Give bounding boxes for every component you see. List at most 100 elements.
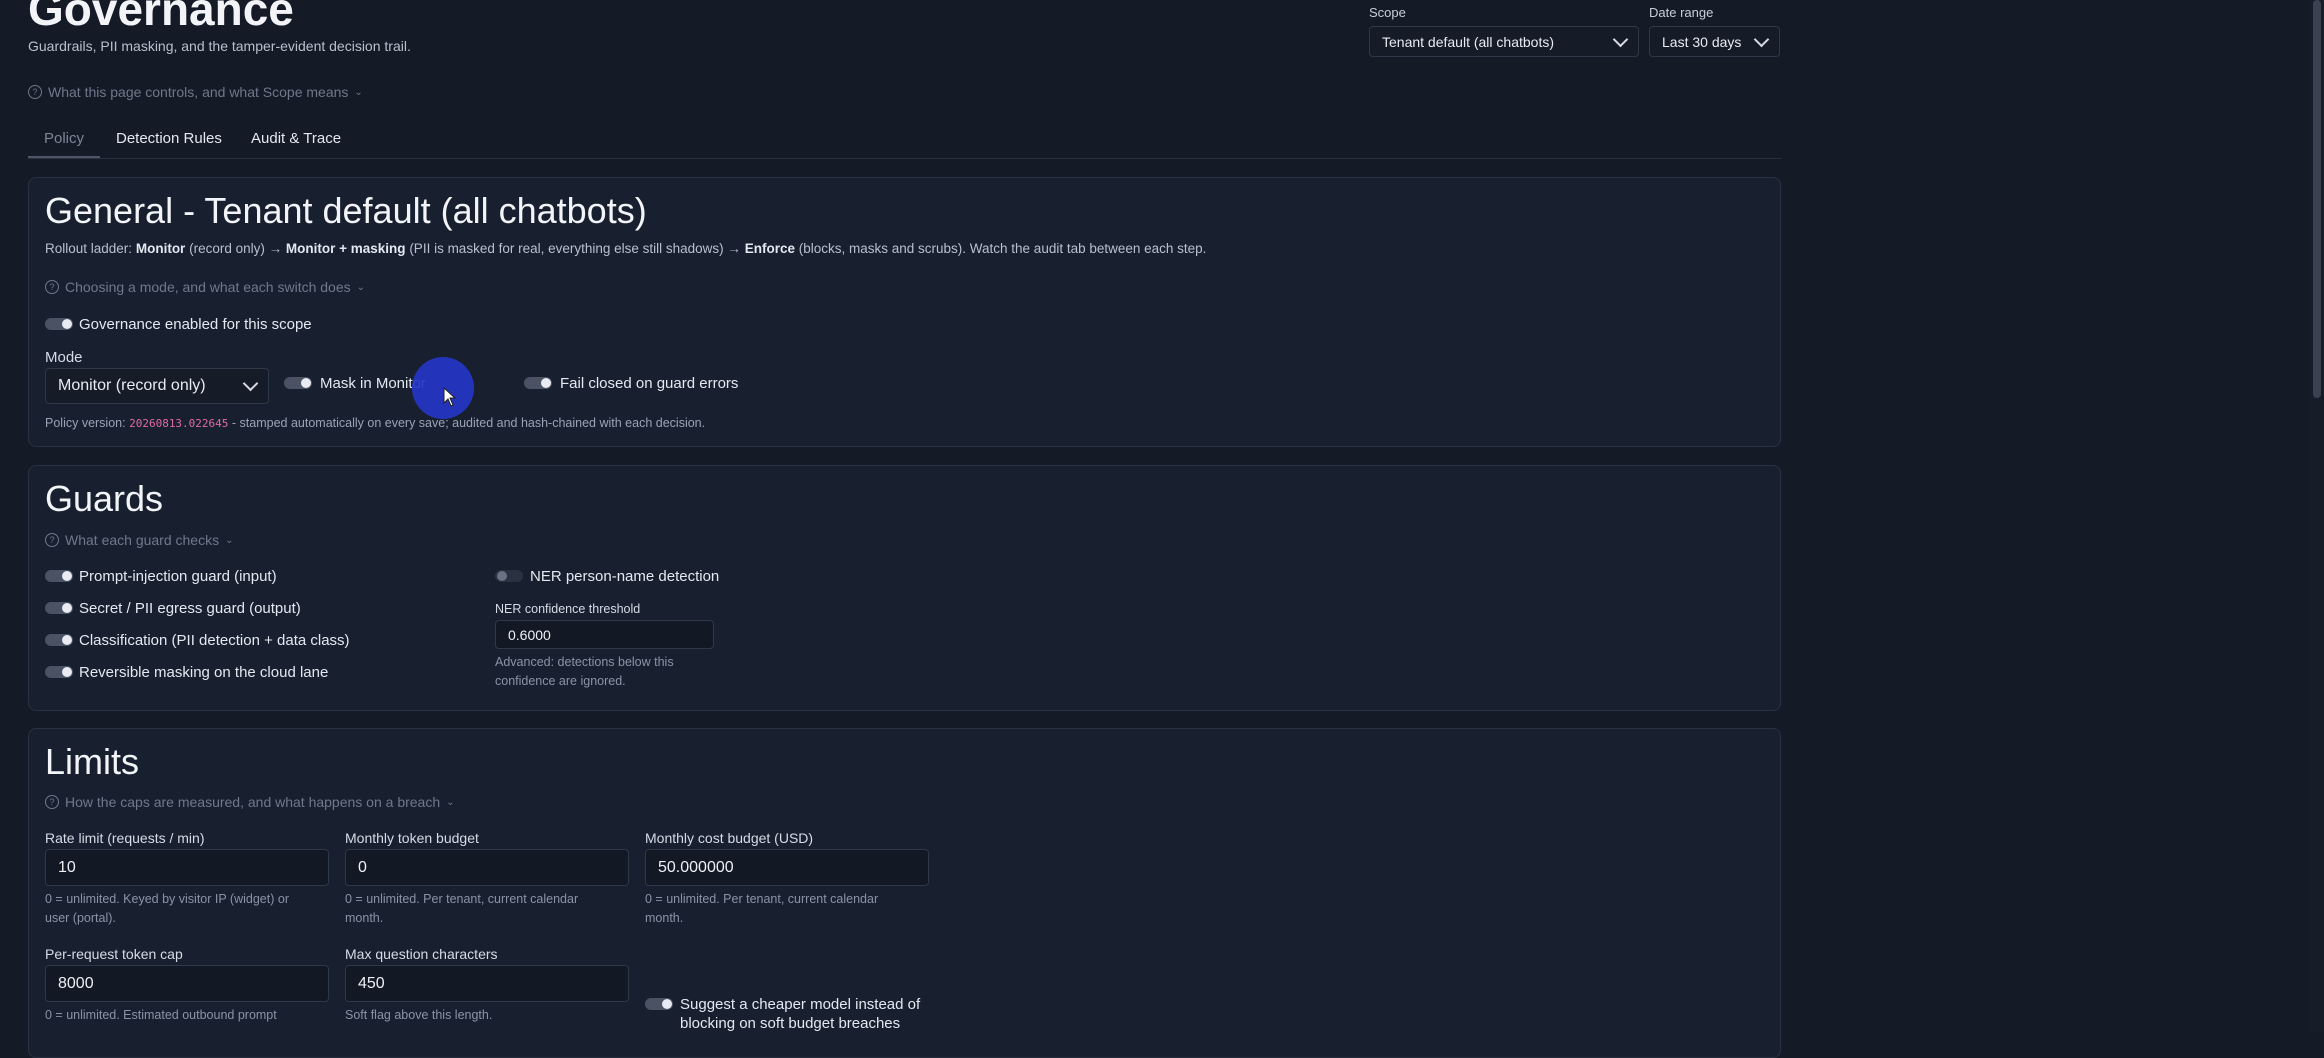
toggle-knob	[497, 571, 507, 581]
classification-label: Classification (PII detection + data cla…	[79, 632, 350, 649]
scope-select-value: Tenant default (all chatbots)	[1382, 33, 1554, 50]
token-hint-line-1: 0 = unlimited. Per tenant, current calen…	[345, 892, 579, 906]
toggle-knob	[62, 603, 72, 613]
policy-version-suffix: - stamped automatically on every save; a…	[231, 416, 706, 430]
policy-version-prefix: Policy version:	[45, 416, 126, 430]
reversible-masking-label: Reversible masking on the cloud lane	[79, 664, 329, 681]
toggle-knob	[62, 571, 72, 581]
chevron-down-icon	[1612, 31, 1629, 47]
date-range-label: Date range	[1649, 5, 1714, 20]
token-budget-hint: 0 = unlimited. Per tenant, current calen…	[345, 890, 578, 928]
rate-limit-input[interactable]: 10	[45, 849, 329, 886]
tab-bar: Policy Detection Rules Audit & Trace	[28, 120, 1781, 159]
cost-budget-hint: 0 = unlimited. Per tenant, current calen…	[645, 890, 878, 928]
help-circle-icon: ?	[28, 85, 42, 99]
token-budget-label: Monthly token budget	[345, 830, 479, 846]
active-tab-indicator	[28, 156, 100, 158]
help-circle-icon: ?	[45, 280, 59, 294]
scope-select[interactable]: Tenant default (all chatbots)	[1369, 26, 1639, 57]
egress-guard-toggle[interactable]	[45, 602, 73, 614]
ladder-monitor: Monitor	[135, 241, 186, 256]
ner-threshold-input[interactable]: 0.6000	[495, 620, 714, 649]
max-question-input[interactable]: 450	[345, 965, 629, 1002]
chevron-down-icon	[242, 375, 259, 392]
guards-help-toggle[interactable]: ? What each guard checks ⌄	[45, 532, 233, 548]
classification-toggle[interactable]	[45, 634, 73, 646]
ner-threshold-value: 0.6000	[508, 626, 551, 643]
rate-limit-hint: 0 = unlimited. Keyed by visitor IP (widg…	[45, 890, 289, 928]
ladder-enforce: Enforce	[744, 241, 795, 256]
page-help-label: What this page controls, and what Scope …	[48, 84, 349, 100]
reversible-masking-toggle[interactable]	[45, 666, 73, 678]
governance-enabled-toggle[interactable]	[45, 318, 73, 330]
egress-guard-label: Secret / PII egress guard (output)	[79, 600, 301, 617]
mask-in-monitor-toggle[interactable]	[284, 377, 312, 389]
ner-detection-toggle[interactable]	[495, 570, 523, 582]
ner-detection-label: NER person-name detection	[530, 568, 720, 585]
cost-hint-line-1: 0 = unlimited. Per tenant, current calen…	[645, 892, 879, 906]
chevron-down-icon: ⌄	[354, 86, 363, 98]
ner-threshold-label: NER confidence threshold	[495, 602, 641, 616]
general-help-label: Choosing a mode, and what each switch do…	[65, 279, 351, 295]
ladder-enforce-note: (blocks, masks and scrubs). Watch the au…	[798, 241, 1207, 256]
suggest-cheaper-toggle[interactable]	[645, 998, 673, 1010]
scrollbar-thumb[interactable]	[2313, 0, 2321, 398]
rate-hint-line-2: user (portal).	[45, 911, 116, 925]
toggle-knob	[62, 635, 72, 645]
limits-help-label: How the caps are measured, and what happ…	[65, 794, 441, 810]
date-range-select[interactable]: Last 30 days	[1649, 26, 1780, 57]
max-question-value: 450	[358, 974, 385, 992]
token-budget-input[interactable]: 0	[345, 849, 629, 886]
page-subtitle: Guardrails, PII masking, and the tamper-…	[28, 38, 411, 54]
ladder-mask: Monitor + masking	[285, 241, 406, 256]
suggest-line-2: blocking on soft budget breaches	[680, 1015, 901, 1032]
token-cap-hint: 0 = unlimited. Estimated outbound prompt	[45, 1008, 277, 1022]
scope-label: Scope	[1369, 5, 1406, 20]
token-cap-label: Per-request token cap	[45, 946, 183, 962]
rate-limit-value: 10	[58, 858, 76, 876]
token-budget-value: 0	[358, 858, 367, 876]
policy-version-code: 20260813.022645	[129, 417, 229, 430]
rollout-ladder: Rollout ladder: Monitor (record only) → …	[45, 241, 1206, 256]
toggle-knob	[62, 319, 72, 329]
page-help-toggle[interactable]: ? What this page controls, and what Scop…	[28, 84, 363, 100]
general-help-toggle[interactable]: ? Choosing a mode, and what each switch …	[45, 279, 365, 295]
general-title: General - Tenant default (all chatbots)	[45, 190, 647, 231]
rate-limit-label: Rate limit (requests / min)	[45, 830, 205, 846]
token-cap-input[interactable]: 8000	[45, 965, 329, 1002]
max-question-label: Max question characters	[345, 946, 498, 962]
fail-closed-label: Fail closed on guard errors	[560, 375, 739, 392]
prompt-injection-label: Prompt-injection guard (input)	[79, 568, 277, 585]
limits-help-toggle[interactable]: ? How the caps are measured, and what ha…	[45, 794, 455, 810]
chevron-down-icon: ⌄	[225, 534, 234, 546]
governance-enabled-label: Governance enabled for this scope	[79, 316, 312, 333]
ladder-prefix: Rollout ladder:	[45, 241, 133, 256]
mask-in-monitor-label: Mask in Monitor	[320, 375, 426, 392]
mode-select[interactable]: Monitor (record only)	[45, 368, 269, 404]
cost-budget-label: Monthly cost budget (USD)	[645, 830, 814, 846]
ner-threshold-hint: Advanced: detections below this confiden…	[495, 653, 674, 691]
tab-audit-trace[interactable]: Audit & Trace	[251, 130, 341, 147]
chevron-down-icon: ⌄	[356, 281, 366, 293]
tab-detection-rules[interactable]: Detection Rules	[116, 130, 222, 147]
toggle-knob	[62, 667, 72, 677]
token-hint-line-2: month.	[345, 911, 384, 925]
mode-select-value: Monitor (record only)	[58, 377, 206, 394]
toggle-knob	[541, 378, 551, 388]
tab-policy[interactable]: Policy	[44, 130, 84, 147]
chevron-down-icon	[1753, 31, 1770, 47]
ladder-monitor-note: (record only) →	[189, 241, 283, 256]
chevron-down-icon: ⌄	[446, 796, 455, 808]
help-circle-icon: ?	[45, 795, 59, 809]
toggle-knob	[301, 378, 311, 388]
date-range-value: Last 30 days	[1662, 33, 1742, 50]
toggle-knob	[662, 999, 672, 1009]
cost-hint-line-2: month.	[645, 911, 684, 925]
guards-title: Guards	[45, 478, 164, 519]
fail-closed-toggle[interactable]	[524, 377, 552, 389]
cost-budget-input[interactable]: 50.000000	[645, 849, 929, 886]
cost-budget-value: 50.000000	[658, 858, 734, 876]
guards-help-label: What each guard checks	[65, 532, 220, 548]
mode-label: Mode	[45, 349, 83, 366]
prompt-injection-toggle[interactable]	[45, 570, 73, 582]
